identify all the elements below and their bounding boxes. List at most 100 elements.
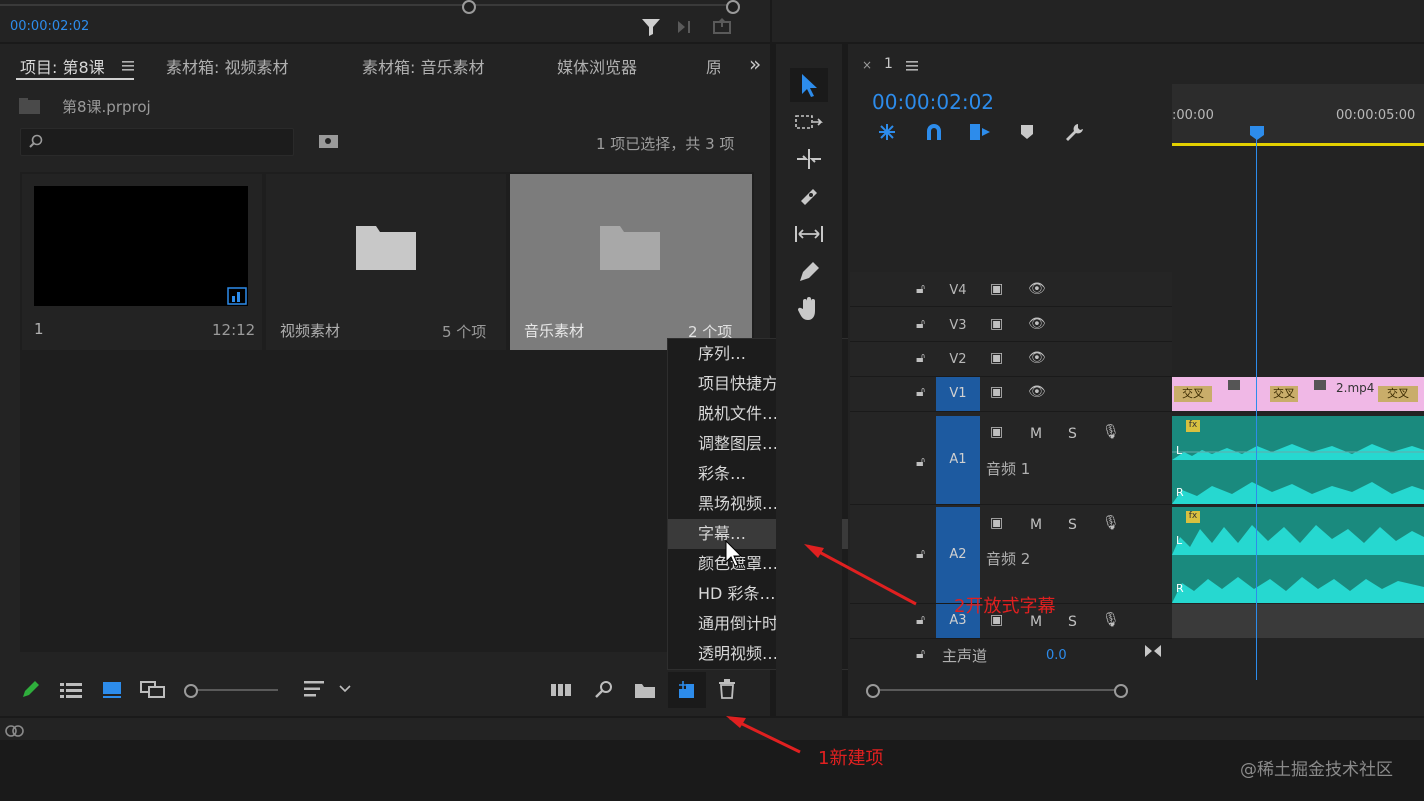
- selection-tool[interactable]: [790, 68, 828, 102]
- lock-icon[interactable]: 🔓︎: [916, 281, 925, 297]
- new-bin-icon[interactable]: [634, 681, 656, 699]
- find-icon[interactable]: [594, 680, 614, 700]
- source-timecode[interactable]: 00:00:02:02: [10, 19, 89, 34]
- automate-to-sequence-icon[interactable]: [550, 682, 574, 698]
- track-label-v4[interactable]: V4: [936, 283, 980, 298]
- zoom-handle-right[interactable]: [1114, 684, 1128, 698]
- track-label-v3[interactable]: V3: [936, 318, 980, 333]
- scrub-handle[interactable]: [462, 0, 476, 14]
- transition-clip[interactable]: 交叉: [1378, 386, 1418, 402]
- tabs-overflow-icon[interactable]: »: [749, 52, 761, 76]
- project-file-icon: [19, 98, 40, 114]
- tab-bin-video[interactable]: 素材箱: 视频素材: [166, 54, 288, 78]
- fx-badge: fx: [1186, 420, 1200, 432]
- pen-tool-icon[interactable]: [797, 260, 821, 284]
- tile-duration: 12:12: [212, 321, 256, 339]
- zoom-slider-handle[interactable]: [184, 684, 198, 698]
- slip-icon[interactable]: [794, 224, 824, 244]
- track-select-icon[interactable]: [795, 113, 823, 133]
- track-label-a1[interactable]: A1: [936, 416, 980, 504]
- track-label-v2[interactable]: V2: [936, 352, 980, 367]
- snap-icon[interactable]: [924, 122, 944, 142]
- sync-icon[interactable]: ▣: [990, 316, 1003, 332]
- sync-icon[interactable]: ▣: [990, 424, 1003, 440]
- sync-icon[interactable]: ▣: [990, 384, 1003, 400]
- track-name[interactable]: 音频 2: [986, 548, 1030, 569]
- eye-icon[interactable]: 👁︎: [1028, 316, 1046, 332]
- search-input[interactable]: [20, 128, 294, 156]
- creative-cloud-icon[interactable]: [4, 722, 26, 738]
- eye-icon[interactable]: 👁︎: [1028, 281, 1046, 297]
- zoom-slider-track[interactable]: [192, 689, 278, 691]
- fx-badge-icon: [1228, 380, 1240, 390]
- export-frame-icon[interactable]: [712, 16, 734, 36]
- track-label-a2[interactable]: A2: [936, 507, 980, 603]
- icon-view-icon[interactable]: [102, 681, 122, 699]
- master-volume[interactable]: 0.0: [1046, 648, 1067, 663]
- fit-icon[interactable]: [1144, 644, 1162, 658]
- tile-count: 5 个项: [442, 323, 487, 341]
- list-view-icon[interactable]: [60, 682, 82, 698]
- microphone-icon[interactable]: 🎙︎: [1102, 424, 1120, 440]
- microphone-icon[interactable]: 🎙︎: [1102, 612, 1120, 628]
- work-area-bar[interactable]: [1172, 143, 1424, 146]
- playhead-head[interactable]: [1249, 125, 1265, 141]
- folder-icon: [600, 226, 660, 270]
- sort-icon[interactable]: [304, 680, 324, 698]
- empty-track-area[interactable]: [1172, 604, 1424, 638]
- freeform-view-icon[interactable]: [140, 681, 166, 699]
- sync-icon[interactable]: ▣: [990, 281, 1003, 297]
- lock-icon[interactable]: 🔓︎: [916, 646, 925, 662]
- razor-icon[interactable]: [797, 185, 821, 209]
- nest-icon[interactable]: [876, 122, 898, 142]
- trash-icon[interactable]: [718, 679, 736, 699]
- lock-icon[interactable]: 🔓︎: [916, 384, 925, 400]
- scrub-handle-end[interactable]: [726, 0, 740, 14]
- insert-icon[interactable]: [676, 18, 698, 36]
- timeline-timecode[interactable]: 00:00:02:02: [872, 90, 994, 114]
- lock-icon[interactable]: 🔓︎: [916, 454, 925, 470]
- transition-clip[interactable]: 交叉: [1270, 386, 1298, 402]
- solo-button[interactable]: S: [1068, 426, 1077, 442]
- tab-bin-music[interactable]: 素材箱: 音乐素材: [362, 54, 484, 78]
- new-search-bin-icon[interactable]: [318, 132, 340, 150]
- mute-button[interactable]: M: [1030, 517, 1042, 533]
- lock-icon[interactable]: 🔓︎: [916, 350, 925, 366]
- hand-tool-icon[interactable]: [797, 296, 821, 322]
- ripple-edit-icon[interactable]: [795, 148, 823, 170]
- solo-button[interactable]: S: [1068, 517, 1077, 533]
- linked-selection-icon[interactable]: [968, 122, 992, 142]
- zoom-handle-left[interactable]: [866, 684, 880, 698]
- add-marker-icon[interactable]: [1020, 124, 1034, 140]
- track-label-v1[interactable]: V1: [936, 377, 980, 411]
- track-row-v4: [850, 272, 1172, 307]
- track-name[interactable]: 音频 1: [986, 458, 1030, 479]
- tab-more[interactable]: 原: [706, 54, 720, 78]
- lock-icon[interactable]: 🔓︎: [916, 316, 925, 332]
- timeline-zoom-bar[interactable]: [874, 689, 1124, 691]
- microphone-icon[interactable]: 🎙︎: [1102, 515, 1120, 531]
- tab-project[interactable]: 项目: 第8课: [20, 54, 105, 78]
- mute-button[interactable]: M: [1030, 426, 1042, 442]
- pencil-icon[interactable]: [20, 680, 42, 700]
- hamburger-icon[interactable]: [122, 60, 134, 72]
- new-item-button[interactable]: [668, 672, 706, 708]
- tab-media-browser[interactable]: 媒体浏览器: [557, 54, 637, 78]
- source-scrub-bar[interactable]: [0, 4, 740, 6]
- chevron-down-icon[interactable]: [338, 684, 352, 694]
- lock-icon[interactable]: 🔓︎: [916, 612, 925, 628]
- wrench-icon[interactable]: [1064, 122, 1086, 142]
- close-icon[interactable]: ×: [862, 58, 872, 72]
- sequence-tab[interactable]: 1: [884, 56, 893, 72]
- solo-button[interactable]: S: [1068, 614, 1077, 630]
- eye-icon[interactable]: 👁︎: [1028, 384, 1046, 400]
- eye-icon[interactable]: 👁︎: [1028, 350, 1046, 366]
- hamburger-icon[interactable]: [906, 60, 918, 72]
- sync-icon[interactable]: ▣: [990, 350, 1003, 366]
- lock-icon[interactable]: 🔓︎: [916, 546, 925, 562]
- playhead-line[interactable]: [1256, 132, 1257, 680]
- filter-icon[interactable]: [640, 17, 662, 37]
- sync-icon[interactable]: ▣: [990, 515, 1003, 531]
- transition-clip[interactable]: 交叉: [1174, 386, 1212, 402]
- folder-icon: [356, 226, 416, 270]
